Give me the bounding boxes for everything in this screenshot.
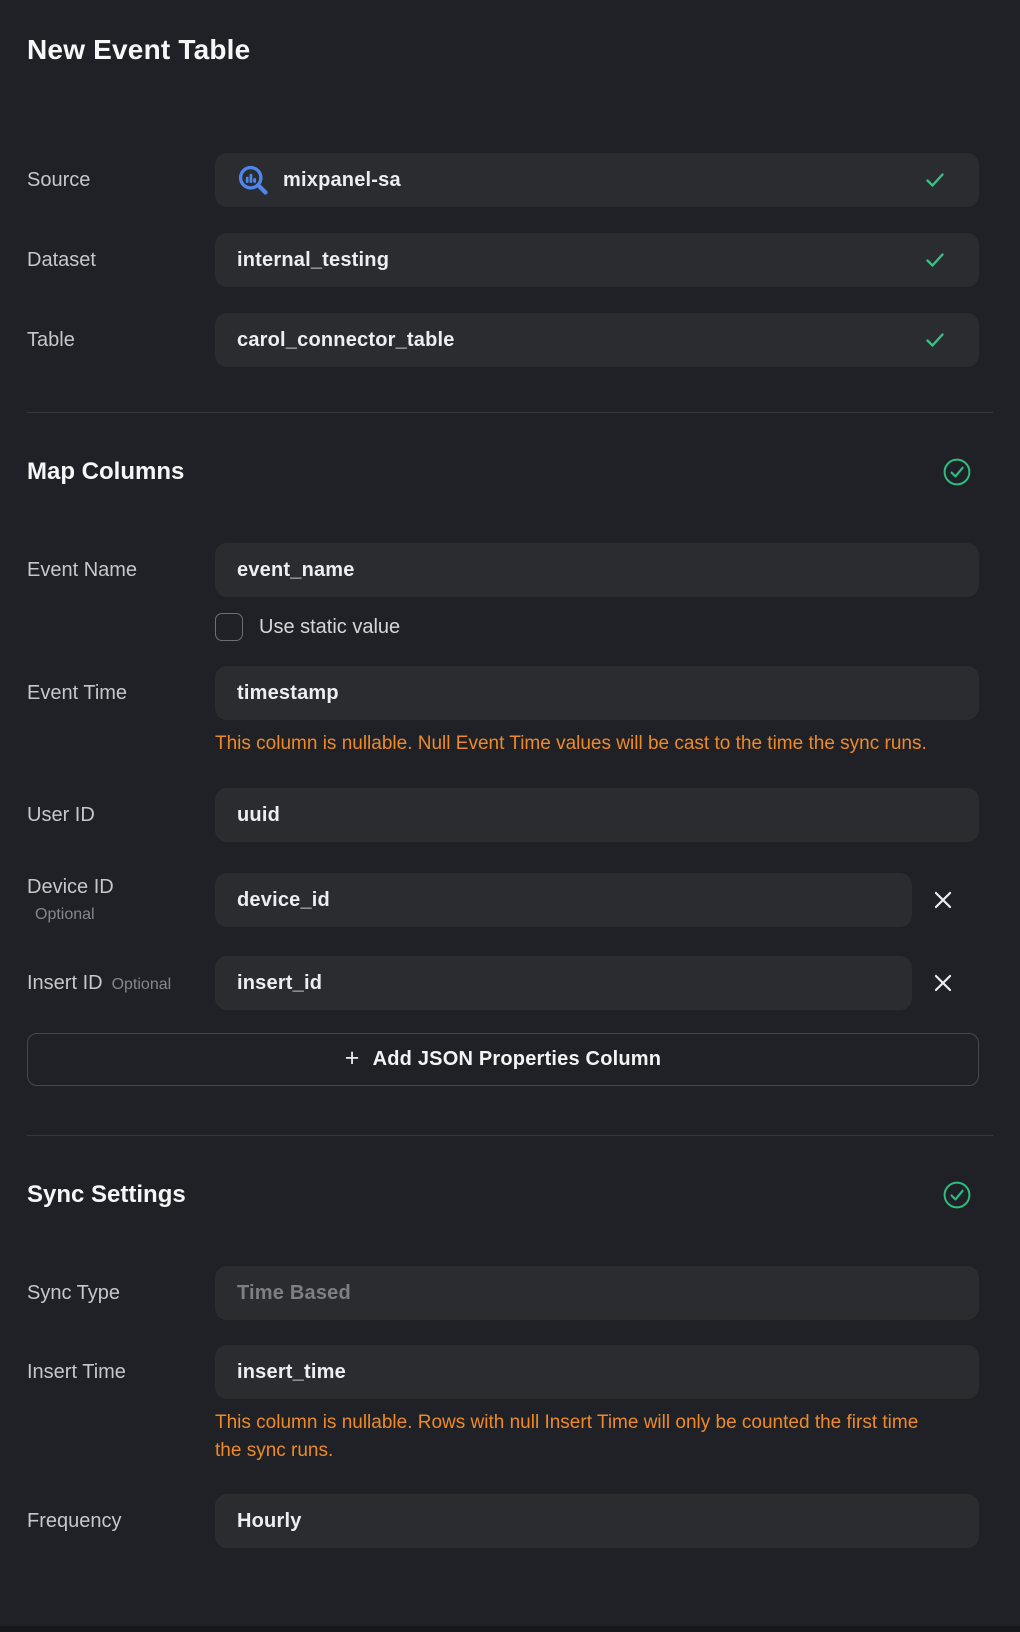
user-id-row: User ID uuid [27, 788, 979, 842]
frequency-row: Frequency Hourly [27, 1494, 979, 1548]
insert-id-label: Insert ID [27, 972, 103, 995]
device-id-value: device_id [237, 889, 330, 912]
device-id-row: Device ID Optional device_id [27, 873, 979, 927]
sync-type-input: Time Based [215, 1266, 979, 1320]
insert-time-row: Insert Time insert_time [27, 1345, 979, 1399]
section-complete-icon [943, 1181, 971, 1209]
plus-icon: + [345, 1046, 360, 1071]
table-input[interactable]: carol_connector_table [215, 313, 979, 367]
source-input[interactable]: mixpanel-sa [215, 153, 979, 207]
insert-id-value: insert_id [237, 972, 322, 995]
insert-id-optional-label: Optional [112, 976, 172, 994]
valid-check-icon [923, 328, 947, 352]
user-id-value: uuid [237, 804, 280, 827]
checkbox-unchecked-icon[interactable] [215, 613, 243, 641]
device-id-input[interactable]: device_id [215, 873, 912, 927]
insert-time-value: insert_time [237, 1361, 346, 1384]
bigquery-search-icon [237, 164, 269, 196]
page-title: New Event Table [27, 33, 979, 67]
event-time-row: Event Time timestamp [27, 666, 979, 720]
dataset-value: internal_testing [237, 249, 389, 272]
remove-device-id-button[interactable] [925, 882, 961, 918]
insert-time-input[interactable]: insert_time [215, 1345, 979, 1399]
device-id-label: Device ID [27, 876, 215, 899]
event-name-input[interactable]: event_name [215, 543, 979, 597]
valid-check-icon [923, 168, 947, 192]
new-event-table-form: New Event Table Source mixpanel-sa [0, 0, 1020, 1548]
event-name-value: event_name [237, 559, 355, 582]
frequency-label: Frequency [27, 1510, 215, 1533]
insert-id-input[interactable]: insert_id [215, 956, 912, 1010]
close-icon [930, 970, 956, 996]
user-id-input[interactable]: uuid [215, 788, 979, 842]
use-static-value-row[interactable]: Use static value [215, 613, 979, 641]
dataset-input[interactable]: internal_testing [215, 233, 979, 287]
frequency-input[interactable]: Hourly [215, 1494, 979, 1548]
source-value: mixpanel-sa [283, 169, 401, 192]
valid-check-icon [923, 248, 947, 272]
sync-type-label: Sync Type [27, 1282, 215, 1305]
table-row: Table carol_connector_table [27, 313, 979, 367]
dataset-row: Dataset internal_testing [27, 233, 979, 287]
insert-time-label: Insert Time [27, 1361, 215, 1384]
use-static-value-label: Use static value [259, 616, 400, 639]
user-id-label: User ID [27, 804, 215, 827]
sync-settings-header: Sync Settings [27, 1180, 979, 1210]
section-divider [27, 412, 993, 413]
remove-insert-id-button[interactable] [925, 965, 961, 1001]
insert-time-nullable-warning: This column is nullable. Rows with null … [215, 1409, 938, 1465]
event-time-nullable-warning: This column is nullable. Null Event Time… [215, 730, 938, 758]
event-time-input[interactable]: timestamp [215, 666, 979, 720]
dataset-label: Dataset [27, 249, 215, 272]
event-time-value: timestamp [237, 682, 339, 705]
section-complete-icon [943, 458, 971, 486]
source-row: Source mixpanel-sa [27, 153, 979, 207]
event-name-label: Event Name [27, 559, 215, 582]
add-json-properties-button[interactable]: + Add JSON Properties Column [27, 1033, 979, 1086]
table-value: carol_connector_table [237, 329, 455, 352]
frequency-value: Hourly [237, 1510, 302, 1533]
device-id-optional-label: Optional [35, 906, 215, 924]
footer-edge [0, 1626, 1020, 1632]
sync-type-row: Sync Type Time Based [27, 1266, 979, 1320]
close-icon [930, 887, 956, 913]
section-divider [27, 1135, 993, 1136]
insert-id-row: Insert ID Optional insert_id [27, 956, 979, 1010]
event-name-row: Event Name event_name [27, 543, 979, 597]
map-columns-title: Map Columns [27, 457, 184, 487]
sync-settings-title: Sync Settings [27, 1180, 186, 1210]
add-json-properties-label: Add JSON Properties Column [373, 1048, 662, 1071]
map-columns-header: Map Columns [27, 457, 979, 487]
source-label: Source [27, 169, 215, 192]
table-label: Table [27, 329, 215, 352]
sync-type-value: Time Based [237, 1282, 351, 1305]
event-time-label: Event Time [27, 682, 215, 705]
